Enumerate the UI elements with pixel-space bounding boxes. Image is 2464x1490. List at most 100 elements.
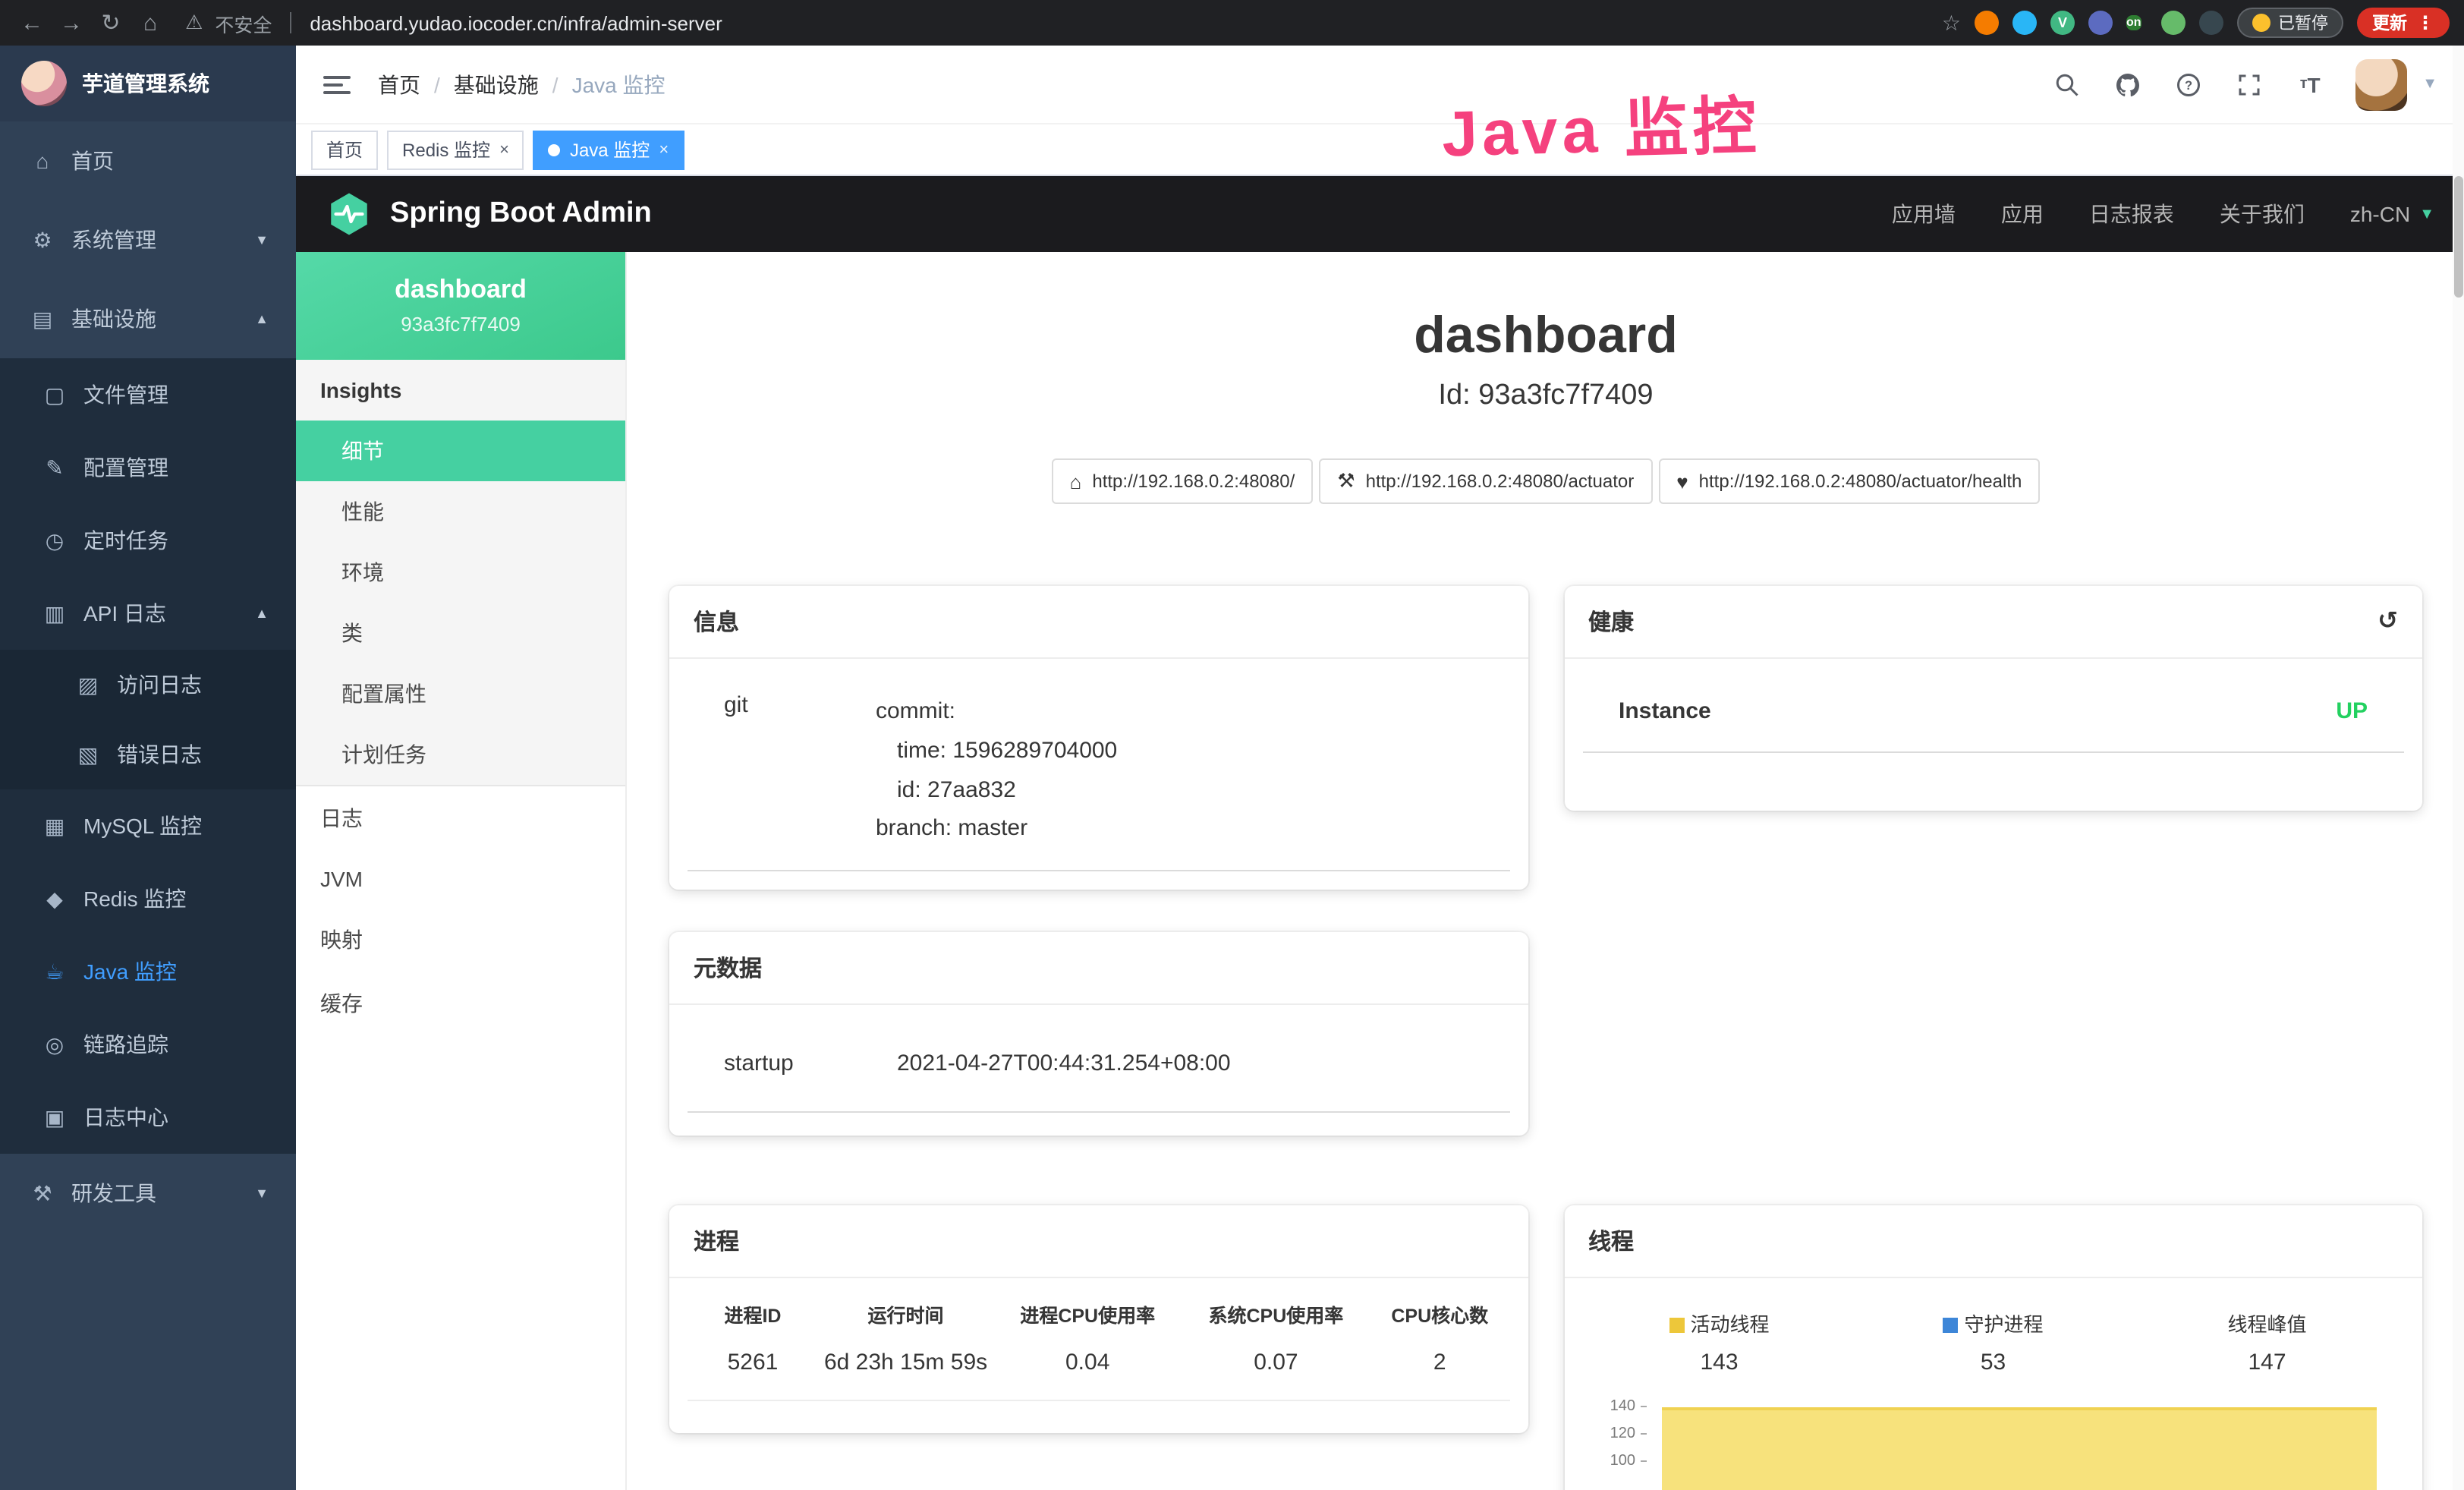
info-key: git [697,692,876,849]
locale-selector[interactable]: zh-CN▼ [2350,202,2434,226]
api-log-icon: ▥ [42,600,67,626]
process-card: 进程 进程ID 运行时间 进程CPU使用率 系统CPU使用率 [669,1205,1528,1433]
sba-menu-mappings[interactable]: 映射 [296,908,625,972]
health-url-link[interactable]: ♥http://192.168.0.2:48080/actuator/healt… [1658,458,2040,504]
app-title: 芋道管理系统 [82,68,209,99]
avatar[interactable] [2355,58,2407,110]
scrollbar-thumb[interactable] [2454,176,2463,298]
sba-menu-scheduled-tasks[interactable]: 计划任务 [296,724,625,785]
app-logo[interactable]: 芋道管理系统 [0,46,296,121]
main-column: 首页 / 基础设施 / Java 监控 ? тT ▼ Java 监控 [296,46,2464,1490]
hamburger-icon[interactable] [323,75,351,93]
dark-extension-icon[interactable] [2199,11,2223,35]
home-icon: ⌂ [30,149,55,173]
url-text[interactable]: dashboard.yudao.iocoder.cn/infra/admin-s… [310,11,722,34]
sidebar-item-tracing[interactable]: ◎链路追踪 [0,1008,296,1081]
uptime-value: 6d 23h 15m 59s [818,1337,993,1400]
help-icon[interactable]: ? [2173,69,2204,99]
instance-name: dashboard [317,275,604,305]
extension-icon-2[interactable] [2012,11,2037,35]
leaf-extension-icon[interactable] [2161,11,2186,35]
sba-menu-metrics[interactable]: 性能 [296,481,625,542]
wrench-icon: ⚒ [1337,469,1355,493]
tab-home[interactable]: 首页 [311,130,378,169]
tab-redis-monitor[interactable]: Redis 监控× [387,130,524,169]
actuator-url-link[interactable]: ⚒http://192.168.0.2:48080/actuator [1319,458,1652,504]
sba-menu-config-props[interactable]: 配置属性 [296,663,625,724]
switch-on-icon[interactable]: on [2126,15,2141,30]
sidebar-menu: ⌂首页 ⚙系统管理▼ ▤基础设施▲ ▢文件管理 ✎配置管理 ◷定时任务 ▥API… [0,121,296,1490]
card-title: 元数据 [694,952,762,984]
history-icon[interactable]: ↺ [2377,610,2398,634]
forward-icon[interactable]: → [55,10,88,36]
legend-item-peak: 线程峰值 147 [2130,1309,2404,1375]
vue-devtools-icon[interactable]: V [2050,11,2075,35]
browser-menu-icon[interactable]: ⋮ [2416,12,2434,33]
bookmark-star-icon[interactable]: ☆ [1942,10,1961,36]
sidebar-item-api-logs[interactable]: ▥API 日志▲ [0,577,296,650]
sba-menu-jvm[interactable]: JVM [296,850,625,908]
sidebar-item-access-logs[interactable]: ▨访问日志 [0,650,296,720]
sidebar-item-file-management[interactable]: ▢文件管理 [0,358,296,431]
sidebar-item-redis-monitor[interactable]: ◆Redis 监控 [0,862,296,935]
redis-icon: ◆ [42,886,67,912]
page-scrollbar [2453,46,2464,1490]
sba-menu-caches[interactable]: 缓存 [296,972,625,1035]
insights-section-label: Insights [296,360,625,421]
instance-header[interactable]: dashboard 93a3fc7f7409 [296,252,625,360]
metadata-value: 2021-04-27T00:44:31.254+08:00 [876,1044,1500,1084]
sba-nav-wallboard[interactable]: 应用墙 [1892,199,1956,229]
paused-badge[interactable]: 已暂停 [2237,8,2343,38]
close-icon[interactable]: × [659,140,669,159]
left-card-column: 信息 git commit: time: 1596289704000 id: 2… [669,586,1528,1490]
home-nav-icon[interactable]: ⌂ [134,10,167,36]
sba-menu-logs[interactable]: 日志 [296,786,625,850]
sidebar-item-dev-tools[interactable]: ⚒研发工具▼ [0,1154,296,1233]
peak-threads-value: 147 [2130,1350,2404,1375]
back-icon[interactable]: ← [15,10,49,36]
github-icon[interactable] [2113,69,2143,99]
address-bar[interactable]: ⚠ 不安全 dashboard.yudao.iocoder.cn/infra/a… [173,8,1936,37]
extension-icon-1[interactable] [1975,11,1999,35]
threads-chart: 140 120 100 [1591,1400,2389,1490]
file-icon: ▢ [42,382,67,408]
sba-brand[interactable]: Spring Boot Admin [390,197,652,231]
page: ← → ↻ ⌂ ⚠ 不安全 dashboard.yudao.iocoder.cn… [0,0,2464,1490]
tab-java-monitor[interactable]: Java 监控× [533,130,684,169]
sidebar-item-system-management[interactable]: ⚙系统管理▼ [0,200,296,279]
page-subtitle: Id: 93a3fc7f7409 [669,380,2422,413]
fullscreen-icon[interactable] [2234,69,2264,99]
sidebar-item-log-center[interactable]: ▣日志中心 [0,1081,296,1154]
sba-menu-environment[interactable]: 环境 [296,542,625,603]
sba-menu-details[interactable]: 细节 [296,421,625,481]
breadcrumb-home[interactable]: 首页 [378,69,420,99]
sba-nav-about[interactable]: 关于我们 [2220,199,2305,229]
service-url-link[interactable]: ⌂http://192.168.0.2:48080/ [1052,458,1314,504]
search-icon[interactable] [2052,69,2082,99]
sba-menu-classes[interactable]: 类 [296,603,625,663]
table-row[interactable]: Instance UP [1582,674,2404,753]
sidebar-item-infrastructure[interactable]: ▤基础设施▲ [0,279,296,358]
sidebar-item-mysql-monitor[interactable]: ▦MySQL 监控 [0,789,296,862]
sidebar-item-java-monitor[interactable]: ☕Java 监控 [0,935,296,1008]
breadcrumb-infrastructure[interactable]: 基础设施 [454,69,539,99]
sidebar-item-config-management[interactable]: ✎配置管理 [0,431,296,504]
sidebar-item-scheduled-jobs[interactable]: ◷定时任务 [0,504,296,577]
column-header: CPU核心数 [1370,1284,1510,1337]
avatar-caret-icon[interactable]: ▼ [2422,76,2437,93]
sidebar-item-error-logs[interactable]: ▧错误日志 [0,720,296,789]
breadcrumb-separator: / [434,72,440,96]
font-size-icon[interactable]: тT [2295,69,2325,99]
extensions-grid-icon[interactable] [2088,11,2113,35]
spring-boot-admin-logo-icon[interactable] [326,191,372,237]
sidebar-item-home[interactable]: ⌂首页 [0,121,296,200]
reload-icon[interactable]: ↻ [94,9,127,36]
sba-nav-applications[interactable]: 应用 [2001,199,2044,229]
legend-item-live: 活动线程 143 [1582,1309,1856,1375]
close-icon[interactable]: × [499,140,509,159]
update-button[interactable]: 更新⋮ [2357,8,2450,38]
table-row: startup 2021-04-27T00:44:31.254+08:00 [688,1020,1509,1113]
sidebar: 芋道管理系统 ⌂首页 ⚙系统管理▼ ▤基础设施▲ ▢文件管理 ✎配置管理 ◷定时… [0,46,296,1490]
logo-avatar [21,61,67,106]
sba-nav-journal[interactable]: 日志报表 [2089,199,2174,229]
